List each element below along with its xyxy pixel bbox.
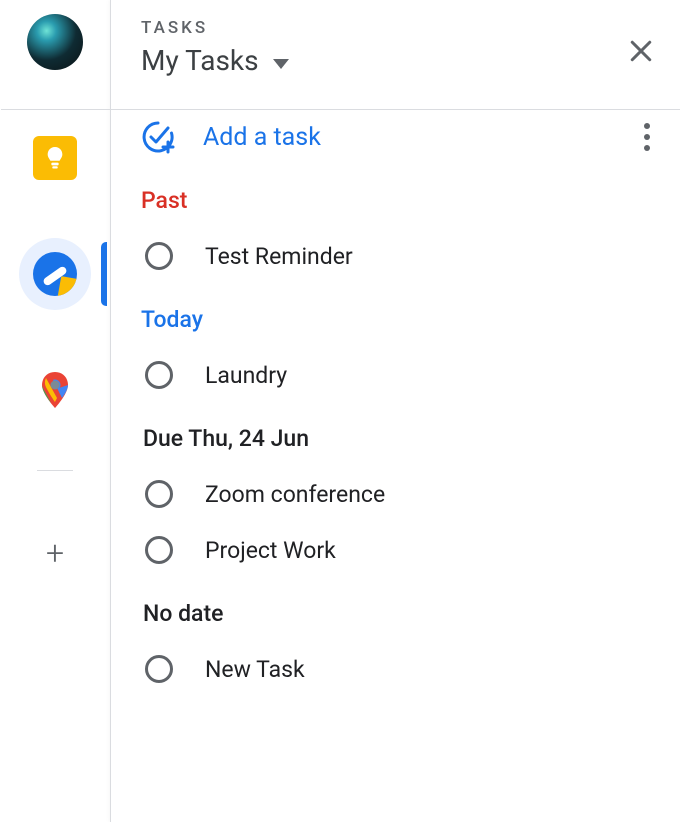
task-complete-radio[interactable]	[145, 655, 173, 683]
rail-tasks-button[interactable]	[19, 238, 91, 310]
add-task-icon	[141, 120, 175, 154]
rail-keep-button[interactable]	[27, 130, 83, 186]
side-rail: +	[0, 0, 110, 822]
section-title: Past	[141, 187, 646, 214]
task-row[interactable]: Laundry	[141, 347, 646, 403]
section-title: No date	[143, 600, 646, 627]
rail-addons-button[interactable]: +	[27, 525, 83, 581]
task-row[interactable]: Zoom conference	[141, 466, 646, 522]
rail-divider	[37, 470, 73, 471]
task-row[interactable]: Project Work	[141, 522, 646, 578]
keep-icon	[33, 136, 77, 180]
task-sections: Past Test Reminder Today Laundry Due Thu, 24…	[141, 187, 656, 697]
task-row[interactable]: Test Reminder	[141, 228, 646, 284]
task-complete-radio[interactable]	[145, 536, 173, 564]
rail-maps-button[interactable]	[27, 362, 83, 418]
close-icon	[626, 36, 656, 66]
tasks-icon	[33, 252, 77, 296]
tasks-panel: TASKS My Tasks Add a task	[110, 0, 680, 822]
panel-eyebrow: TASKS	[141, 18, 289, 38]
task-row[interactable]: New Task	[141, 641, 646, 697]
maps-pin-icon	[42, 372, 68, 408]
task-complete-radio[interactable]	[145, 480, 173, 508]
section-title: Today	[141, 306, 646, 333]
close-button[interactable]	[626, 36, 656, 66]
task-label: New Task	[205, 656, 305, 683]
more-menu-button[interactable]	[638, 117, 656, 157]
task-complete-radio[interactable]	[145, 242, 173, 270]
chevron-down-icon	[273, 59, 289, 69]
header-divider	[1, 109, 680, 110]
avatar[interactable]	[27, 14, 83, 70]
selection-indicator	[101, 242, 107, 306]
list-selector[interactable]: My Tasks	[141, 44, 289, 77]
plus-icon: +	[46, 537, 64, 569]
task-label: Laundry	[205, 362, 287, 389]
kebab-dot	[644, 145, 650, 151]
kebab-dot	[644, 123, 650, 129]
kebab-dot	[644, 134, 650, 140]
add-task-button[interactable]: Add a task	[141, 120, 321, 154]
task-label: Project Work	[205, 537, 336, 564]
task-complete-radio[interactable]	[145, 361, 173, 389]
task-label: Zoom conference	[205, 481, 385, 508]
task-label: Test Reminder	[205, 243, 353, 270]
list-name: My Tasks	[141, 44, 259, 77]
add-task-label: Add a task	[203, 123, 321, 152]
section-title: Due Thu, 24 Jun	[143, 425, 646, 452]
